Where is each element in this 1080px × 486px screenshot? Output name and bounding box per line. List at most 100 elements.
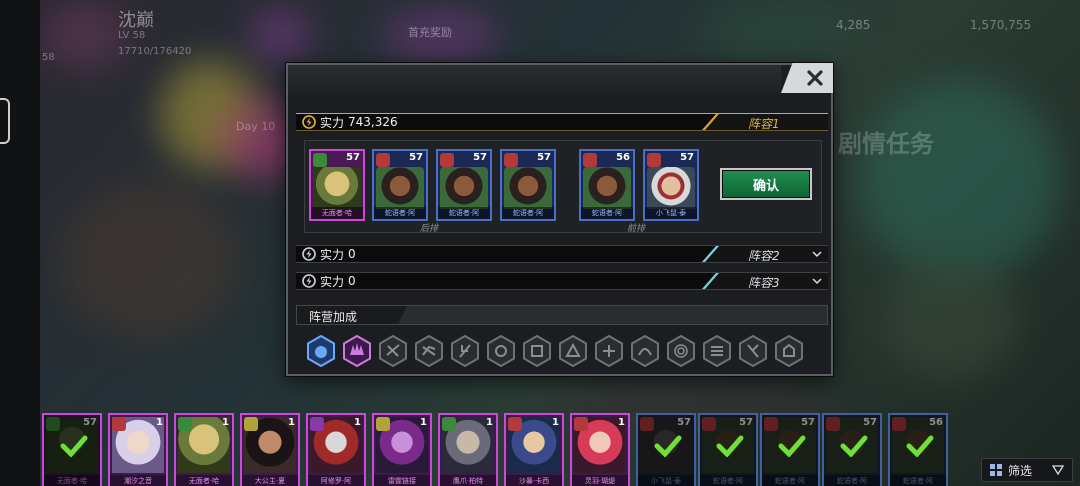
- nature-faction-icon: [178, 417, 192, 431]
- roster-card[interactable]: 57 蛇语者·阿: [760, 413, 820, 486]
- fire-faction-icon: [574, 417, 588, 431]
- faction-icon-3[interactable]: [378, 335, 408, 367]
- hero-level: 1: [618, 417, 625, 428]
- hero-name: 蛇语者·阿: [890, 475, 946, 486]
- checkmark-icon: [60, 435, 88, 457]
- faction-icon-7[interactable]: [522, 335, 552, 367]
- roster-card[interactable]: 56 蛇语者·阿: [888, 413, 948, 486]
- hero-portrait: [504, 167, 552, 209]
- faction-icon-14[interactable]: [774, 335, 804, 367]
- team-3-power-label: 实力: [320, 274, 345, 289]
- formation-hero-slot-4[interactable]: 57 蛇语者·阿: [500, 149, 556, 221]
- hero-level: 57: [863, 417, 877, 428]
- team-2-bar[interactable]: 实力 0 阵容2: [296, 245, 828, 263]
- chevron-down-icon: [812, 278, 822, 285]
- hero-level: 57: [83, 417, 97, 428]
- light-faction-icon: [376, 417, 390, 431]
- faction-icon-8[interactable]: [558, 335, 588, 367]
- hero-portrait: [647, 167, 695, 209]
- power-icon: [302, 115, 316, 129]
- hero-name: 蛇语者·阿: [581, 207, 633, 219]
- resource-gems-value: 4,285: [836, 18, 871, 32]
- hero-name: 蛇语者·阿: [374, 207, 426, 219]
- hero-level: 56: [929, 417, 943, 428]
- roster-card[interactable]: 1 雷霆链接: [372, 413, 432, 486]
- team-2-label: 阵容2: [748, 249, 780, 263]
- front-row-label: 前排: [627, 224, 646, 234]
- confirm-button[interactable]: 确认: [720, 168, 812, 200]
- team-1-tab[interactable]: 阵容1: [702, 114, 828, 131]
- fire-faction-icon: [112, 417, 126, 431]
- roster-card[interactable]: 1 沙暴·卡西: [504, 413, 564, 486]
- hero-roster: 57 无面者·哈 1 潮汐之音 1 无面者·哈 1 大公主·夏 1 阿修罗·阿 …: [40, 410, 980, 486]
- roster-card[interactable]: 1 大公主·夏: [240, 413, 300, 486]
- hero-name: 鹰爪·柏特: [440, 475, 496, 486]
- modal-header-strip: [288, 65, 781, 95]
- hero-portrait: [376, 167, 424, 209]
- close-button[interactable]: [781, 63, 833, 93]
- faction-icon-4[interactable]: [414, 335, 444, 367]
- hero-level: 1: [354, 417, 361, 428]
- roster-card[interactable]: 1 鹰爪·柏特: [438, 413, 498, 486]
- hero-name: 蛇语者·阿: [762, 475, 818, 486]
- fire-faction-icon: [640, 417, 654, 431]
- filter-label: 筛选: [1008, 463, 1033, 478]
- hero-level: 57: [346, 152, 360, 163]
- chevron-down-icon: [812, 251, 822, 258]
- left-edge-strip: [0, 0, 40, 486]
- faction-icon-10[interactable]: [630, 335, 660, 367]
- purple-spiky-icon[interactable]: [342, 335, 372, 367]
- hero-name: 沙暴·卡西: [506, 475, 562, 486]
- roster-card[interactable]: 1 无面者·哈: [174, 413, 234, 486]
- filter-button[interactable]: 筛选: [981, 458, 1073, 482]
- power-icon: [302, 274, 316, 288]
- roster-card[interactable]: 1 灵羽·瑚缇: [570, 413, 630, 486]
- roster-card[interactable]: 57 无面者·哈: [42, 413, 102, 486]
- faction-icon-11[interactable]: [666, 335, 696, 367]
- faction-bonus-icons: [306, 335, 826, 369]
- team-1-bar[interactable]: 实力 743,326 阵容1: [296, 113, 828, 131]
- team-3-bar[interactable]: 实力 0 阵容3: [296, 272, 828, 290]
- roster-card[interactable]: 1 阿修罗·阿: [306, 413, 366, 486]
- faction-icon-6[interactable]: [486, 335, 516, 367]
- hero-portrait: [583, 167, 631, 209]
- hero-portrait: [440, 167, 488, 209]
- lineup-modal: 实力 743,326 阵容1 57 无面者·哈 57 蛇语者·阿 57 蛇语者·…: [286, 63, 833, 376]
- team-3-tab[interactable]: 阵容3: [702, 273, 828, 290]
- checkmark-icon: [906, 435, 934, 457]
- formation-hero-slot-3[interactable]: 57 蛇语者·阿: [436, 149, 492, 221]
- formation-hero-slot-5[interactable]: 56 蛇语者·阿: [579, 149, 635, 221]
- faction-icon-13[interactable]: [738, 335, 768, 367]
- side-drawer-handle[interactable]: [0, 98, 10, 144]
- blue-cat-icon[interactable]: [306, 335, 336, 367]
- player-level-short: 58: [42, 52, 55, 63]
- formation-hero-slot-2[interactable]: 57 蛇语者·阿: [372, 149, 428, 221]
- hero-name: 蛇语者·阿: [824, 475, 880, 486]
- faction-bonus-label: 阵营加成: [309, 310, 358, 324]
- formation-panel: 57 无面者·哈 57 蛇语者·阿 57 蛇语者·阿 57 蛇语者·阿 56 蛇…: [304, 140, 822, 234]
- first-charge-badge: 首充奖励: [408, 26, 452, 39]
- team-2-tab[interactable]: 阵容2: [702, 246, 828, 263]
- hero-name: 无面者·哈: [311, 207, 363, 219]
- faction-icon-5[interactable]: [450, 335, 480, 367]
- fire-faction-icon: [440, 153, 454, 167]
- roster-card[interactable]: 57 小飞鼠·泰: [636, 413, 696, 486]
- roster-card[interactable]: 57 蛇语者·阿: [822, 413, 882, 486]
- team-2-power-value: 0: [348, 247, 356, 261]
- checkmark-icon: [716, 435, 744, 457]
- roster-card[interactable]: 1 潮汐之音: [108, 413, 168, 486]
- faction-bonus-bar: 阵营加成: [296, 305, 828, 325]
- formation-hero-slot-6[interactable]: 57 小飞鼠·泰: [643, 149, 699, 221]
- team-3-power-value: 0: [348, 274, 356, 288]
- fire-faction-icon: [702, 417, 716, 431]
- hero-level: 57: [473, 152, 487, 163]
- hero-level: 1: [486, 417, 493, 428]
- fire-faction-icon: [647, 153, 661, 167]
- roster-card[interactable]: 57 蛇语者·阿: [698, 413, 758, 486]
- grid-icon: [990, 464, 1002, 476]
- faction-icon-12[interactable]: [702, 335, 732, 367]
- formation-hero-slot-1[interactable]: 57 无面者·哈: [309, 149, 365, 221]
- faction-icon-9[interactable]: [594, 335, 624, 367]
- player-exp: 17710/176420: [118, 46, 192, 57]
- hero-name: 无面者·哈: [176, 475, 232, 486]
